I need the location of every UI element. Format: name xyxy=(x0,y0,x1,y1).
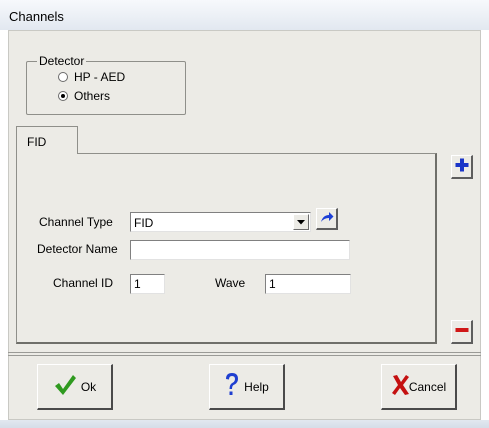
tab-fid-label: FID xyxy=(27,135,47,149)
detector-group-label: Detector xyxy=(37,54,87,68)
separator-line xyxy=(8,352,481,353)
channel-type-label: Channel Type xyxy=(39,215,113,229)
minus-icon xyxy=(455,323,469,340)
checkmark-icon xyxy=(53,373,77,400)
title-bar: Channels xyxy=(0,0,489,30)
channel-id-input[interactable] xyxy=(130,274,165,294)
radio-hp-aed-label: HP - AED xyxy=(74,70,126,84)
cancel-x-icon xyxy=(391,374,411,399)
wave-input[interactable] xyxy=(265,274,351,294)
channel-id-label: Channel ID xyxy=(53,276,114,290)
channel-type-action-button[interactable] xyxy=(316,208,338,230)
chevron-down-icon[interactable] xyxy=(293,214,309,230)
detector-name-input[interactable] xyxy=(130,240,350,260)
detector-name-label: Detector Name xyxy=(37,242,118,256)
separator-line-2 xyxy=(8,355,481,356)
ok-button-label: Ok xyxy=(80,379,97,394)
window-title: Channels xyxy=(9,9,64,24)
radio-others[interactable]: Others xyxy=(58,89,110,103)
help-button[interactable]: Help xyxy=(209,364,285,410)
window-bottom-edge xyxy=(0,420,489,428)
add-button[interactable] xyxy=(451,155,473,179)
redo-arrow-icon xyxy=(320,211,334,226)
remove-button[interactable] xyxy=(451,320,473,344)
tab-fid[interactable]: FID xyxy=(16,126,78,154)
cancel-button-label: Cancel xyxy=(408,379,447,394)
channel-type-value: FID xyxy=(134,216,154,230)
wave-label: Wave xyxy=(215,276,246,290)
ok-button[interactable]: Ok xyxy=(37,364,113,410)
help-button-label: Help xyxy=(244,379,269,394)
radio-others-indicator[interactable] xyxy=(58,91,68,101)
question-mark-icon xyxy=(224,372,240,401)
radio-others-label: Others xyxy=(74,89,111,103)
channel-type-select[interactable]: FID xyxy=(130,212,311,232)
cancel-button[interactable]: Cancel xyxy=(381,364,457,410)
plus-icon xyxy=(455,158,469,175)
radio-hp-aed[interactable]: HP - AED xyxy=(58,70,125,84)
radio-hp-aed-indicator[interactable] xyxy=(58,72,68,82)
